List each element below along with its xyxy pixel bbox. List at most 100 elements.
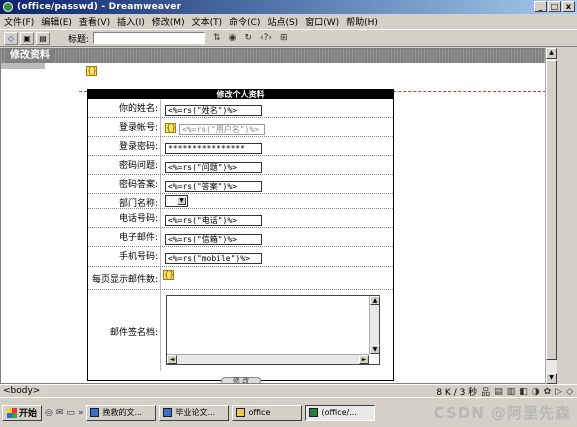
scroll-up-icon[interactable]: ▲: [546, 48, 557, 59]
word-icon: [90, 408, 100, 417]
textarea-horizontal-scrollbar[interactable]: ◄ ►: [167, 354, 369, 364]
menu-insert[interactable]: 插入(I): [117, 15, 145, 28]
field-label: 手机号码:: [118, 252, 158, 262]
scroll-right-icon[interactable]: ►: [359, 355, 369, 364]
diamond-icon[interactable]: ◇: [566, 387, 573, 397]
preview-icon[interactable]: ◉: [229, 33, 237, 43]
password-field[interactable]: ****************: [165, 143, 262, 154]
answer-field[interactable]: <%=rs("答案")%>: [165, 181, 262, 192]
code-icon[interactable]: ◧: [519, 387, 528, 397]
menu-help[interactable]: 帮助(H): [346, 15, 378, 28]
account-field[interactable]: <%=rs("用户名")%>: [179, 124, 265, 135]
word-icon: [163, 408, 173, 417]
desktop-icon[interactable]: ▭: [66, 408, 75, 418]
form-title: 修改个人资料: [88, 90, 393, 99]
taskbar-item-label: 挽救的文...: [102, 408, 143, 417]
assets-icon[interactable]: ▤: [494, 387, 503, 397]
menu-file[interactable]: 文件(F): [4, 15, 34, 28]
title-label: 标题:: [68, 34, 90, 45]
design-vertical-scrollbar[interactable]: ▲ ▼: [545, 48, 557, 384]
taskbar-item[interactable]: 挽救的文...: [86, 404, 157, 421]
form-row: 登录帐号: {} <%=rs("用户名")%>: [88, 118, 393, 137]
behaviors-icon[interactable]: ✿: [544, 387, 552, 397]
asp-script-icon[interactable]: {}: [163, 270, 174, 280]
taskbar-item[interactable]: 毕业论文...: [159, 404, 230, 421]
timeline-icon[interactable]: ◑: [532, 387, 540, 397]
close-button[interactable]: x: [562, 1, 575, 12]
status-bar: <body> 8 K / 3 秒 品 ▤ ▥ ◧ ◑ ✿ ▷ ◇: [0, 384, 577, 398]
asp-script-icon[interactable]: {}: [86, 66, 97, 76]
field-label: 密码问题:: [118, 161, 158, 171]
page-title: 修改资料: [7, 49, 53, 63]
menu-text[interactable]: 文本(T): [192, 15, 223, 28]
folder-icon: [236, 408, 246, 417]
scroll-up-icon[interactable]: ▲: [370, 296, 380, 305]
title-bar: (office/passwd) - Dreamweaver _ □ x: [0, 0, 577, 14]
phone-field[interactable]: <%=rs("电话")%>: [165, 215, 262, 226]
menu-bar: 文件(F) 编辑(E) 查看(V) 插入(I) 修改(M) 文本(T) 命令(C…: [0, 14, 577, 28]
email-field[interactable]: <%=rs("信箱")%>: [165, 234, 262, 245]
scroll-down-icon[interactable]: ▼: [546, 373, 557, 384]
maximize-button[interactable]: □: [548, 1, 561, 12]
mobile-field[interactable]: <%=rs("mobile")%>: [165, 253, 262, 264]
start-button[interactable]: 开始: [2, 404, 43, 421]
split-view-icon[interactable]: ▣: [20, 31, 34, 45]
question-field[interactable]: <%=rs("问题")%>: [165, 162, 262, 173]
submit-button[interactable]: 修 改: [221, 377, 261, 383]
field-label: 每页显示邮件数:: [91, 275, 158, 285]
tag-selector[interactable]: <body>: [3, 386, 40, 396]
outlook-icon[interactable]: ✉: [56, 408, 64, 418]
taskbar-item-label: (office/...: [321, 408, 357, 417]
menu-window[interactable]: 窗口(W): [305, 15, 339, 28]
refresh-icon[interactable]: ↻: [244, 33, 252, 43]
library-icon[interactable]: ▥: [507, 387, 516, 397]
form-row: 密码问题: <%=rs("问题")%>: [88, 156, 393, 175]
ie-icon[interactable]: ◎: [45, 408, 53, 418]
form-row: 邮件签名档: ▲ ▼ ◄ ►: [88, 290, 393, 371]
field-label: 你的姓名:: [118, 104, 158, 114]
design-view[interactable]: 修改资料 {} 修改个人资料 你的姓名: <%=rs("姓名")%> 登录帐号:…: [0, 48, 557, 384]
watermark: CSDN @阿里先森: [433, 404, 571, 422]
code-nav-icon[interactable]: ‹?›: [260, 33, 272, 43]
left-spacer: [1, 63, 45, 69]
form-row: 你的姓名: <%=rs("姓名")%>: [88, 99, 393, 118]
document-toolbar: ◇ ▣ ▤ 标题: ⇅ ◉ ↻ ‹?› ⊞: [0, 29, 577, 47]
page-header-strip: [1, 49, 556, 63]
code-view-icon[interactable]: ◇: [4, 31, 18, 45]
textarea-vertical-scrollbar[interactable]: ▲ ▼: [369, 296, 380, 354]
menu-edit[interactable]: 编辑(E): [41, 15, 72, 28]
form-row: 部门名称: ▼: [88, 194, 393, 209]
form-row: 手机号码: <%=rs("mobile")%>: [88, 247, 393, 267]
menu-view[interactable]: 查看(V): [79, 15, 110, 28]
field-label: 密码答案:: [118, 180, 158, 190]
menu-commands[interactable]: 命令(C): [229, 15, 260, 28]
menu-modify[interactable]: 修改(M): [152, 15, 185, 28]
start-label: 开始: [19, 409, 38, 419]
layer-outline: [79, 64, 546, 92]
taskbar-item[interactable]: office: [232, 404, 303, 421]
title-input[interactable]: [93, 32, 206, 44]
window-controls: _ □ x: [534, 1, 575, 12]
department-select[interactable]: ▼: [165, 195, 188, 207]
form-row: 登录密码: ****************: [88, 137, 393, 156]
more-icon[interactable]: »: [78, 408, 84, 418]
view-options-icon[interactable]: ⊞: [280, 33, 288, 43]
taskbar-item[interactable]: (office/...: [305, 404, 376, 421]
play-icon[interactable]: ▷: [555, 387, 562, 397]
field-label: 邮件签名档:: [109, 328, 158, 338]
design-view-icon[interactable]: ▤: [36, 31, 50, 45]
menu-site[interactable]: 站点(S): [267, 15, 298, 28]
field-label: 电子邮件:: [118, 233, 158, 243]
asp-script-icon[interactable]: {}: [165, 123, 176, 133]
file-management-icon[interactable]: ⇅: [213, 33, 221, 43]
name-field[interactable]: <%=rs("姓名")%>: [165, 105, 262, 116]
form-row: 密码答案: <%=rs("答案")%>: [88, 175, 393, 194]
scroll-thumb[interactable]: [546, 60, 557, 360]
scroll-left-icon[interactable]: ◄: [167, 355, 177, 364]
taskbar-item-label: office: [248, 408, 271, 417]
dreamweaver-app-icon: [3, 2, 13, 12]
scroll-down-icon[interactable]: ▼: [370, 345, 380, 354]
signature-textarea[interactable]: ▲ ▼ ◄ ►: [166, 295, 380, 365]
edit-profile-form: 修改个人资料 你的姓名: <%=rs("姓名")%> 登录帐号: {} <%=r…: [87, 89, 394, 383]
minimize-button[interactable]: _: [534, 1, 547, 12]
